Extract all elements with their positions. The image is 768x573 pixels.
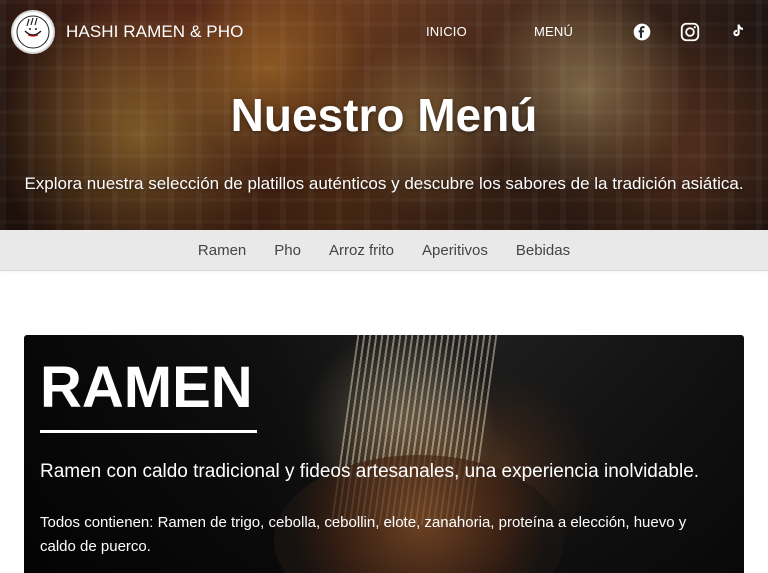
hero-banner: HASHI RAMEN & PHO INICIO MENÚ Nuestro Me…: [0, 0, 768, 230]
category-arroz-frito[interactable]: Arroz frito: [329, 242, 394, 259]
page-subtitle: Explora nuestra selección de platillos a…: [24, 174, 744, 193]
restaurant-logo[interactable]: [11, 10, 55, 54]
brand-name[interactable]: HASHI RAMEN & PHO: [66, 22, 243, 42]
nav-link-inicio[interactable]: INICIO: [426, 24, 467, 39]
facebook-icon[interactable]: [630, 20, 654, 44]
instagram-icon[interactable]: [678, 20, 702, 44]
category-aperitivos[interactable]: Aperitivos: [422, 242, 488, 259]
category-ramen[interactable]: Ramen: [198, 242, 246, 259]
tiktok-icon[interactable]: [726, 20, 750, 44]
ramen-bowl-logo-icon: [16, 15, 50, 49]
page-title: Nuestro Menú: [230, 89, 538, 141]
ramen-section-card: RAMEN Ramen con caldo tradicional y fide…: [24, 335, 744, 573]
title-underline: [40, 430, 257, 433]
top-navbar: HASHI RAMEN & PHO INICIO MENÚ: [0, 0, 768, 66]
section-note: Todos contienen: Ramen de trigo, cebolla…: [40, 514, 687, 555]
section-title: RAMEN: [40, 355, 253, 420]
section-description: Ramen con caldo tradicional y fideos art…: [40, 461, 700, 482]
category-bebidas[interactable]: Bebidas: [516, 242, 570, 259]
category-pho[interactable]: Pho: [274, 242, 301, 259]
brand[interactable]: HASHI RAMEN & PHO: [11, 10, 243, 54]
nav-link-menu[interactable]: MENÚ: [534, 24, 573, 39]
category-nav: Ramen Pho Arroz frito Aperitivos Bebidas: [0, 230, 768, 271]
